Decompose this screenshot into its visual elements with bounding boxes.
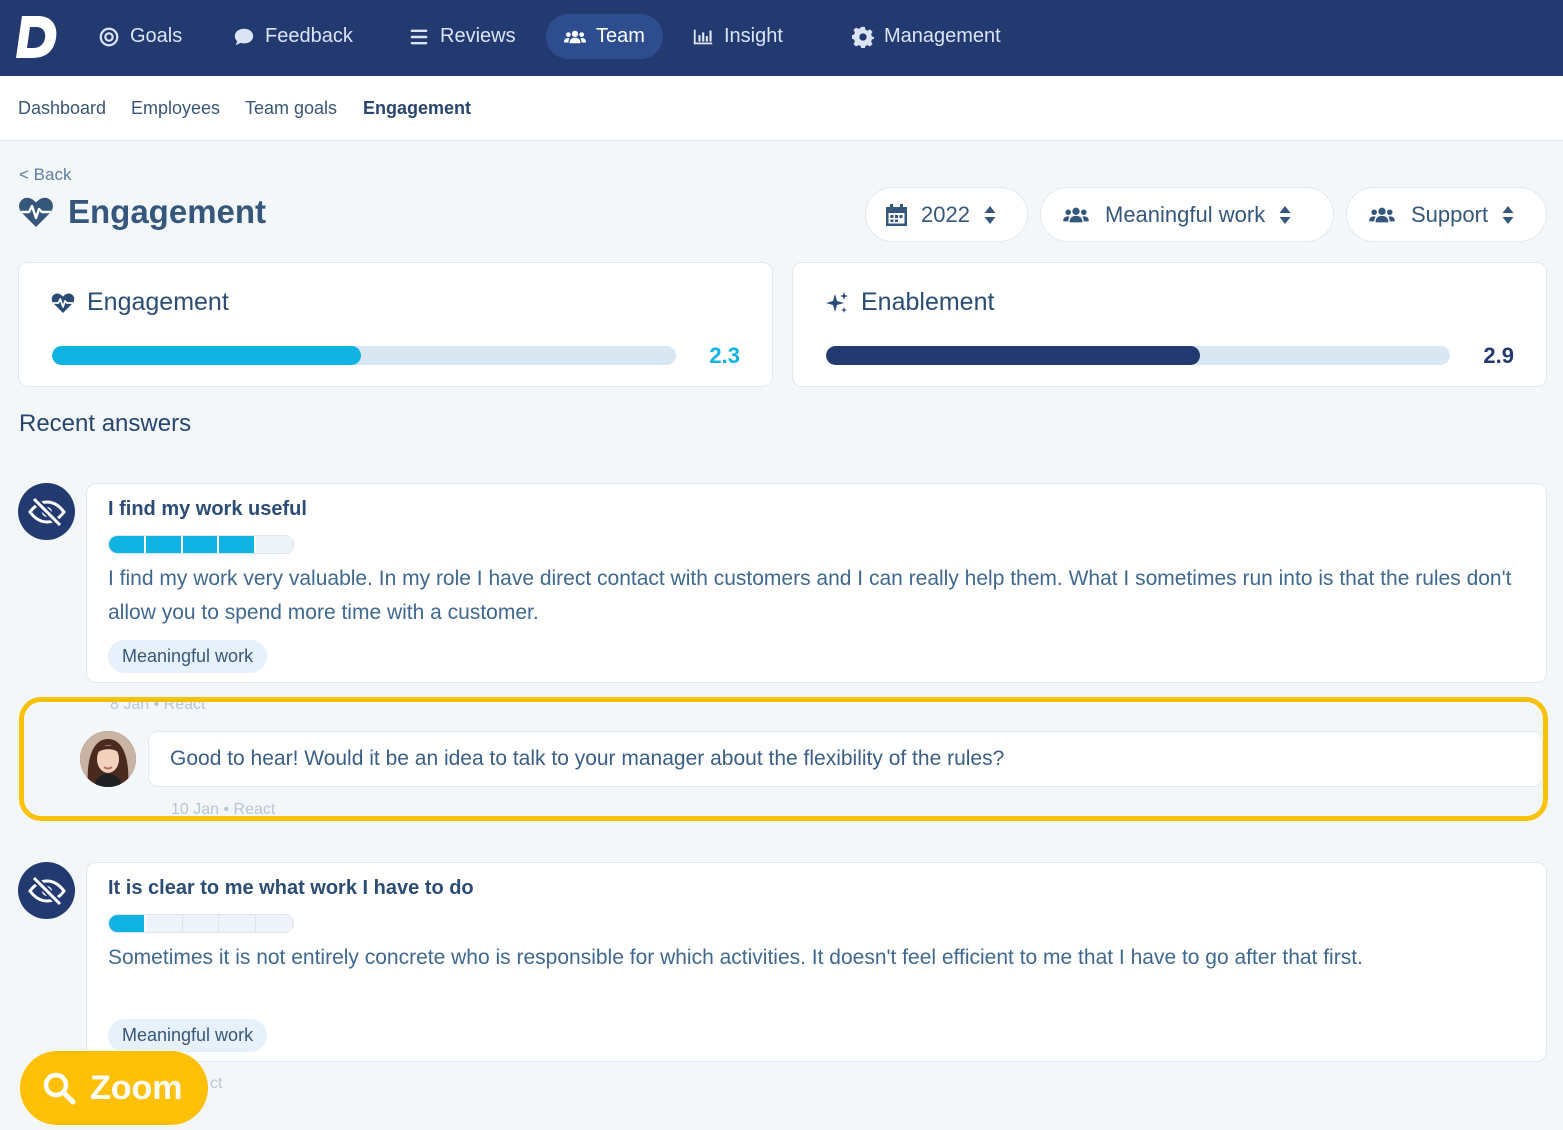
bar-chart-icon — [693, 29, 713, 44]
page-title-text: Engagement — [68, 193, 267, 230]
engagement-score-title: Engagement — [51, 288, 229, 317]
rating-segment — [109, 915, 146, 932]
nav-feedback[interactable]: Feedback — [215, 14, 371, 59]
rating-segment — [109, 536, 146, 553]
subtheme-filter[interactable]: Support — [1346, 187, 1547, 242]
rating-segment — [256, 536, 293, 553]
engagement-score-label: Engagement — [87, 288, 229, 316]
engagement-score-card[interactable]: Engagement 2.3 — [18, 262, 773, 387]
rating-segment — [219, 536, 257, 553]
nav-insight[interactable]: Insight — [674, 14, 801, 59]
nav-goals[interactable]: Goals — [80, 14, 200, 59]
anonymous-avatar — [18, 483, 75, 540]
answer-meta[interactable]: 8 Jan • React — [110, 702, 205, 714]
heart-pulse-icon — [51, 293, 75, 313]
sparkle-icon — [826, 291, 848, 313]
answer-rating — [108, 535, 294, 554]
top-navbar: Goals Feedback Reviews Team Insight Mana… — [0, 0, 1563, 76]
rating-segment — [182, 915, 220, 932]
sort-icon — [1502, 205, 1514, 224]
nav-insight-label: Insight — [724, 25, 783, 47]
rating-segment — [256, 915, 293, 932]
anonymous-avatar — [18, 862, 75, 919]
list-icon — [410, 29, 428, 44]
heart-pulse-icon — [19, 197, 53, 227]
answer-meta[interactable]: ct — [210, 1075, 222, 1093]
gear-icon — [852, 26, 874, 48]
answer-text: I find my work very valuable. In my role… — [108, 567, 1512, 624]
users-icon — [564, 30, 586, 43]
theme-filter[interactable]: Meaningful work — [1040, 187, 1334, 242]
engagement-progress-track — [52, 346, 676, 365]
answer-tag[interactable]: Meaningful work — [108, 640, 268, 673]
year-filter-value: 2022 — [921, 201, 970, 227]
enablement-score-value: 2.9 — [1483, 343, 1514, 368]
zoom-label: Zoom — [90, 1068, 183, 1107]
rating-segment — [219, 915, 257, 932]
enablement-progress-track — [826, 346, 1450, 365]
subnav-employees[interactable]: Employees — [131, 98, 220, 119]
target-icon — [99, 27, 119, 46]
subnav-team-goals[interactable]: Team goals — [245, 98, 337, 119]
nav-management-label: Management — [884, 25, 1001, 47]
sort-icon — [984, 205, 996, 224]
enablement-score-title: Enablement — [825, 288, 994, 317]
engagement-score-value: 2.3 — [709, 343, 740, 368]
nav-team-label: Team — [596, 25, 645, 47]
answer-question: It is clear to me what work I have to do — [108, 877, 474, 899]
manager-avatar — [80, 731, 136, 787]
engagement-progress-fill — [52, 346, 361, 365]
nav-reviews-label: Reviews — [440, 25, 516, 47]
answer-question: I find my work useful — [108, 498, 307, 520]
users-icon — [1063, 207, 1089, 222]
subnav-dashboard[interactable]: Dashboard — [18, 98, 106, 119]
app-logo[interactable] — [16, 14, 60, 60]
answer-text: Sometimes it is not entirely concrete wh… — [108, 946, 1363, 969]
nav-goals-label: Goals — [130, 25, 183, 47]
sort-icon — [1279, 205, 1291, 224]
enablement-score-label: Enablement — [861, 288, 995, 316]
subtheme-filter-value: Support — [1411, 201, 1489, 227]
eye-slash-icon — [27, 496, 66, 527]
recent-answers-heading: Recent answers — [19, 410, 192, 437]
reply-message: Good to hear! Would it be an idea to tal… — [148, 731, 1543, 787]
page-title: Engagement — [18, 193, 266, 231]
answer-tag[interactable]: Meaningful work — [108, 1019, 268, 1052]
reply-meta[interactable]: 10 Jan • React — [171, 801, 275, 816]
rating-segment — [182, 536, 220, 553]
answer-card[interactable]: I find my work useful I find my work ver… — [86, 483, 1547, 683]
search-icon — [43, 1072, 76, 1105]
enablement-progress-fill — [826, 346, 1201, 365]
nav-management[interactable]: Management — [834, 14, 1019, 59]
subnav-engagement[interactable]: Engagement — [363, 98, 471, 119]
users-icon — [1369, 207, 1395, 222]
answer-rating — [108, 914, 294, 933]
theme-filter-value: Meaningful work — [1105, 201, 1266, 227]
calendar-icon — [886, 203, 907, 226]
answer-card[interactable]: It is clear to me what work I have to do… — [86, 862, 1547, 1062]
zoom-button[interactable]: Zoom — [20, 1051, 208, 1125]
rating-segment — [145, 536, 183, 553]
eye-slash-icon — [27, 875, 66, 906]
person-photo — [80, 731, 136, 787]
nav-team[interactable]: Team — [546, 14, 663, 59]
nav-feedback-label: Feedback — [265, 25, 353, 47]
nav-reviews[interactable]: Reviews — [390, 14, 534, 59]
rating-segment — [145, 915, 183, 932]
sub-navigation: Dashboard Employees Team goals Engagemen… — [0, 76, 1563, 141]
reply-text: Good to hear! Would it be an idea to tal… — [170, 747, 1005, 770]
enablement-score-card[interactable]: Enablement 2.9 — [792, 262, 1547, 387]
speech-bubble-icon — [234, 28, 254, 45]
year-filter[interactable]: 2022 — [865, 187, 1028, 242]
back-link[interactable]: < Back — [19, 165, 71, 185]
